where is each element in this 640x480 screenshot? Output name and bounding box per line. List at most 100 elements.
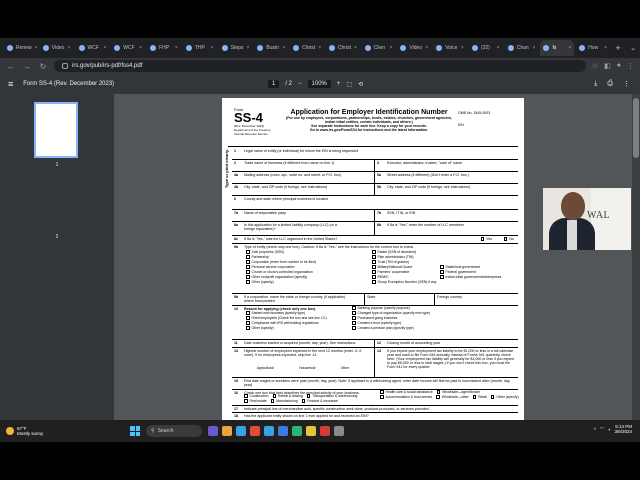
reason-option-checkbox[interactable] (246, 326, 250, 330)
activity-option-checkbox[interactable] (270, 399, 275, 403)
browser-tab[interactable]: fs × (540, 40, 575, 56)
browser-tab[interactable]: Voice × (433, 40, 467, 56)
volume-icon[interactable]: ◖ (608, 427, 611, 432)
activity-option-checkbox[interactable] (380, 390, 384, 394)
chevron-up-icon[interactable]: ^ (594, 427, 596, 432)
entity-option-checkbox[interactable] (372, 250, 376, 254)
tab-search-icon[interactable]: ⌄ (626, 44, 640, 52)
reason-option-checkbox[interactable] (246, 321, 250, 325)
reason-option-checkbox[interactable] (246, 316, 250, 320)
download-icon[interactable]: ⤓ (594, 80, 597, 88)
activity-option-checkbox[interactable] (380, 395, 384, 399)
line-4b[interactable]: 4b City, state, and ZIP code (if foreign,… (232, 184, 518, 196)
clock[interactable]: 5:14 PM 3/6/2024 (614, 424, 632, 434)
line-6[interactable]: 6 County and state where principal busine… (232, 196, 518, 210)
bookmark-star-icon[interactable]: ☆ (592, 62, 598, 70)
entity-option[interactable]: Indian tribal governments/enterprises (440, 275, 501, 280)
start-icon[interactable] (130, 426, 140, 436)
close-tab-icon[interactable]: × (390, 45, 393, 51)
app-icon[interactable] (306, 426, 316, 436)
reason-option-checkbox[interactable] (352, 316, 356, 320)
reason-option-checkbox[interactable] (352, 311, 356, 315)
activity-option[interactable]: Real estate (244, 399, 267, 404)
close-tab-icon[interactable]: × (175, 45, 178, 51)
entity-option-checkbox[interactable] (372, 265, 376, 269)
browser-tab[interactable]: How × (576, 40, 610, 56)
profile-icon[interactable]: ● (617, 62, 621, 70)
wifi-icon[interactable]: ◠ (600, 426, 604, 432)
page-thumbnail-1[interactable] (34, 102, 78, 158)
app-icon[interactable] (334, 426, 344, 436)
back-icon[interactable]: ← (6, 62, 16, 71)
app-icon[interactable] (278, 426, 288, 436)
close-tab-icon[interactable]: × (354, 45, 357, 51)
close-tab-icon[interactable]: × (35, 45, 38, 51)
forward-icon[interactable]: → (22, 62, 32, 71)
reason-option[interactable]: Created a pension plan (specify type) (352, 326, 430, 331)
activity-option-checkbox[interactable] (244, 399, 248, 403)
line-17[interactable]: 17 Indicate principal line of merchandise… (232, 406, 518, 413)
new-tab-icon[interactable]: + (612, 43, 624, 53)
app-icon[interactable] (208, 426, 218, 436)
browser-tab[interactable]: WCF × (76, 40, 110, 56)
app-icon[interactable] (264, 426, 274, 436)
more-actions-icon[interactable]: ⋮ (623, 80, 630, 88)
line-9b[interactable]: 9b If a corporation, name the state or fo… (232, 294, 518, 306)
site-info-icon[interactable] (62, 63, 68, 69)
entity-option-checkbox[interactable] (246, 255, 250, 259)
close-tab-icon[interactable]: × (103, 45, 106, 51)
entity-option-checkbox[interactable] (246, 260, 250, 264)
close-tab-icon[interactable]: × (318, 45, 321, 51)
line-1[interactable]: 1 Legal name of entity (or individual) fo… (232, 148, 518, 160)
line-8c-no-checkbox[interactable] (503, 237, 508, 241)
entity-option-checkbox[interactable] (372, 260, 376, 264)
activity-option-checkbox[interactable] (306, 394, 311, 398)
print-icon[interactable]: ⎙ (607, 80, 613, 88)
weather-widget[interactable]: 67°F Mostly sunny (0, 426, 130, 436)
extensions-icon[interactable]: ◧ (604, 62, 611, 70)
activity-option[interactable]: Retail (472, 395, 487, 400)
activity-option[interactable]: Manufacturing (270, 399, 298, 404)
close-tab-icon[interactable]: × (211, 45, 214, 51)
activity-option[interactable]: Other (specify) (490, 395, 519, 400)
activity-option-checkbox[interactable] (244, 394, 248, 398)
close-tab-icon[interactable]: × (68, 45, 71, 51)
entity-option[interactable]: Other (specify) (246, 280, 316, 285)
activity-option-checkbox[interactable] (490, 395, 495, 399)
reason-option-checkbox[interactable] (352, 321, 356, 325)
page-number-input[interactable]: 1 (268, 80, 280, 88)
reason-option-checkbox[interactable] (352, 326, 356, 330)
line-8c[interactable]: 8c If 8a is "Yes," was the LLC organized … (232, 236, 518, 244)
app-icon[interactable] (236, 426, 246, 436)
entity-option-checkbox[interactable] (246, 265, 250, 269)
browser-tab[interactable]: Chan × (505, 40, 539, 56)
close-tab-icon[interactable]: × (497, 45, 500, 51)
browser-tab[interactable]: Video × (397, 40, 431, 56)
line-2[interactable]: 2 Trade name of business (if different fr… (232, 160, 518, 172)
reason-option-checkbox[interactable] (352, 306, 356, 310)
entity-option-checkbox[interactable] (246, 275, 250, 279)
line-8a[interactable]: 8a Is this application for a limited liab… (232, 222, 518, 236)
activity-option[interactable]: Wholesale—other (436, 395, 469, 400)
browser-tab[interactable]: Christ × (290, 40, 324, 56)
activity-option-checkbox[interactable] (472, 395, 477, 399)
menu-icon[interactable]: ⋮ (627, 62, 634, 70)
close-tab-icon[interactable]: × (533, 45, 536, 51)
reload-icon[interactable]: ↻ (38, 62, 48, 71)
browser-tab[interactable]: WCF × (111, 40, 145, 56)
entity-option-checkbox[interactable] (372, 270, 376, 274)
scrollbar[interactable] (632, 94, 640, 420)
close-tab-icon[interactable]: × (461, 45, 464, 51)
scrollbar-thumb[interactable] (633, 98, 639, 158)
activity-option-checkbox[interactable] (436, 395, 440, 399)
line-7a[interactable]: 7a Name of responsible party 7b SSN, ITIN,… (232, 210, 518, 222)
zoom-in-icon[interactable]: + (337, 81, 341, 87)
entity-option-checkbox[interactable] (246, 280, 250, 284)
zoom-out-icon[interactable]: − (298, 81, 302, 87)
close-tab-icon[interactable]: × (139, 45, 142, 51)
entity-option-checkbox[interactable] (246, 270, 250, 274)
app-icon[interactable] (222, 426, 232, 436)
browser-tab[interactable]: THP × (183, 40, 217, 56)
zoom-level-input[interactable]: 100% (307, 80, 331, 88)
entity-option-checkbox[interactable] (440, 275, 444, 279)
